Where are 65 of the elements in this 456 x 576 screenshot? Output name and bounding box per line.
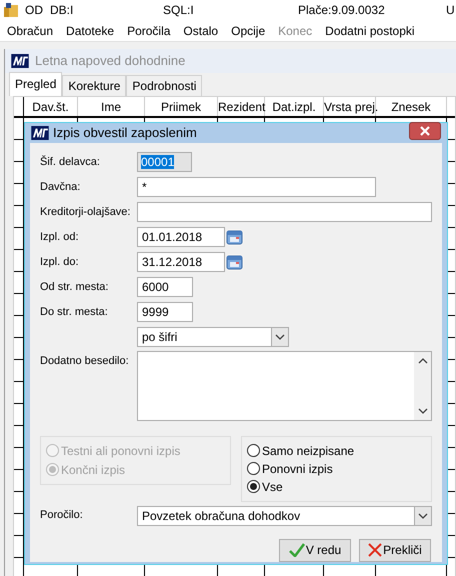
column-header[interactable]: Rezident bbox=[218, 97, 265, 116]
radio-button[interactable] bbox=[247, 462, 260, 475]
scroll-up-icon bbox=[418, 358, 428, 364]
menu-item[interactable]: Poročila bbox=[127, 22, 170, 40]
chevron-down-icon bbox=[418, 512, 428, 518]
field-label: Od str. mesta: bbox=[40, 280, 110, 294]
dropdown[interactable]: Povzetek obračuna dohodkov bbox=[137, 506, 432, 526]
field-label: Poročilo: bbox=[40, 508, 84, 524]
input-field[interactable]: 6000 bbox=[137, 276, 193, 296]
code-field[interactable]: 00001 bbox=[137, 152, 192, 172]
menu-item[interactable]: Dodatni postopki bbox=[325, 22, 415, 40]
column-header[interactable]: Vrsta prej. bbox=[324, 97, 376, 116]
close-button[interactable] bbox=[409, 122, 441, 140]
date-field[interactable]: 31.12.2018 bbox=[137, 252, 225, 272]
tab[interactable]: Korekture bbox=[62, 75, 126, 96]
column-header[interactable]: Priimek bbox=[145, 97, 218, 116]
radio-label: Samo neizpisane bbox=[262, 442, 354, 460]
title-bar-text: SQL:I bbox=[163, 2, 195, 19]
field-label: Kreditorji-olajšave: bbox=[40, 204, 132, 220]
menu-item[interactable]: Ostalo bbox=[183, 22, 218, 40]
title-bar-text: Plače:9.09.0032 bbox=[298, 2, 386, 19]
window-title: Letna napoved dohodnine bbox=[35, 52, 186, 70]
column-header[interactable]: Znesek bbox=[376, 97, 447, 116]
field-label: Šif. delavca: bbox=[40, 154, 101, 170]
app-icon bbox=[3, 2, 19, 18]
menu-item[interactable]: Opcije bbox=[231, 22, 266, 40]
column-header[interactable]: Dav.št. bbox=[24, 97, 78, 116]
calendar-icon[interactable] bbox=[226, 228, 243, 244]
column-header[interactable]: Ime bbox=[78, 97, 145, 116]
chevron-down-icon bbox=[275, 334, 285, 340]
input-field[interactable]: 9999 bbox=[137, 302, 193, 322]
logo-icon bbox=[11, 54, 29, 68]
dropdown[interactable]: po šifri bbox=[137, 326, 289, 346]
date-field[interactable]: 01.01.2018 bbox=[137, 226, 225, 246]
input-field[interactable] bbox=[137, 202, 432, 222]
tab[interactable]: Pregled bbox=[9, 72, 62, 96]
logo-icon bbox=[31, 126, 49, 140]
radio-button[interactable] bbox=[247, 480, 260, 493]
cancel-button[interactable]: Prekliči bbox=[359, 538, 431, 562]
dialog-title: Izpis obvestil zaposlenim bbox=[53, 124, 197, 142]
calendar-icon[interactable] bbox=[226, 254, 243, 270]
field-label: Dodatno besedilo: bbox=[40, 354, 130, 368]
field-label: Do str. mesta: bbox=[40, 304, 109, 320]
cross-icon bbox=[368, 543, 382, 557]
radio-label: Testni ali ponovni izpis bbox=[61, 442, 180, 460]
input-field[interactable]: * bbox=[137, 176, 376, 196]
menu-item[interactable]: Datoteke bbox=[66, 22, 114, 40]
checkmark-icon bbox=[288, 543, 305, 557]
column-header[interactable]: Dat.izpl. bbox=[265, 97, 324, 116]
scrollbar[interactable] bbox=[414, 352, 431, 420]
ok-button[interactable]: V redu bbox=[279, 538, 351, 562]
radio-label: Ponovni izpis bbox=[262, 460, 333, 478]
close-icon bbox=[420, 126, 430, 136]
title-bar-text: OD bbox=[25, 2, 44, 19]
field-label: Izpl. do: bbox=[40, 254, 80, 270]
radio-label: Končni izpis bbox=[61, 462, 126, 478]
title-bar-text: U bbox=[446, 2, 455, 19]
scroll-down-icon bbox=[418, 408, 428, 414]
menu-item[interactable]: Obračun bbox=[7, 22, 54, 40]
radio-label: Vse bbox=[262, 478, 283, 496]
radio-button[interactable] bbox=[247, 444, 260, 457]
field-label: Izpl. od: bbox=[40, 230, 80, 244]
title-bar-text: DB:I bbox=[50, 2, 74, 19]
tab[interactable]: Podrobnosti bbox=[126, 75, 202, 96]
field-label: Davčna: bbox=[40, 180, 82, 194]
